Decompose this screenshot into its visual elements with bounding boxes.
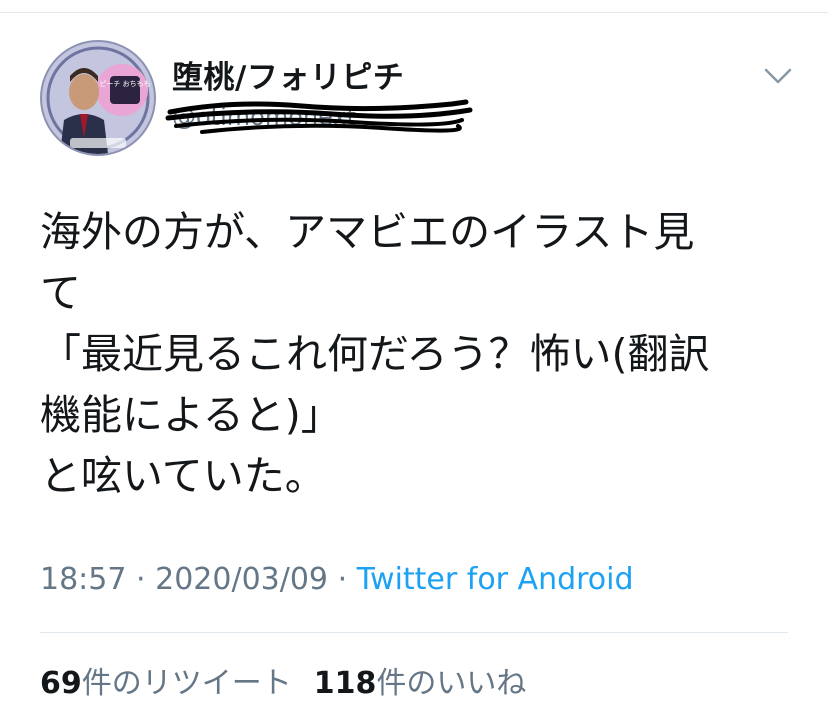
tweet-time[interactable]: 18:57	[40, 562, 126, 597]
tweet-text-line: て	[40, 269, 81, 317]
retweet-label: 件のリツイート	[81, 666, 292, 701]
tweet-text-line: 「最近見るこれ何だろう？怖い(翻訳	[40, 330, 710, 378]
tweet-text-line: 機能によると)」	[40, 391, 342, 439]
author-display-name[interactable]: 堕桃/フォリピチ	[172, 52, 404, 97]
like-label: 件のいいね	[376, 666, 527, 701]
tweet-text: 海外の方が、アマビエのイラスト見 て 「最近見るこれ何だろう？怖い(翻訳 機能に…	[40, 202, 800, 507]
tweet-text-line: 海外の方が、アマビエのイラスト見	[40, 208, 695, 256]
meta-separator: ·	[136, 562, 146, 597]
retweet-count: 69	[40, 666, 82, 701]
avatar-badge-top: ピーチ おちもも	[99, 80, 150, 88]
retweets-stat[interactable]: 69件のリツイート	[40, 666, 292, 701]
likes-stat[interactable]: 118件のいいね	[314, 666, 527, 701]
tweet-source-link[interactable]: Twitter for Android	[357, 562, 634, 597]
tweet-date[interactable]: 2020/03/09	[155, 562, 328, 597]
avatar-image: ピーチ おちもも	[42, 42, 154, 154]
tweet-stats: 69件のリツイート 118件のいいね	[40, 658, 526, 702]
like-count: 118	[313, 666, 377, 701]
meta-separator: ·	[337, 562, 348, 597]
top-divider	[0, 12, 828, 13]
handle-redaction-scribble	[165, 99, 473, 134]
stats-divider	[40, 632, 788, 633]
tweet-text-line: と呟いていた。	[40, 452, 326, 500]
tweet-meta: 18:57 · 2020/03/09 · Twitter for Android	[40, 562, 634, 597]
chevron-down-icon[interactable]	[760, 60, 796, 90]
avatar[interactable]: ピーチ おちもも	[40, 40, 156, 156]
